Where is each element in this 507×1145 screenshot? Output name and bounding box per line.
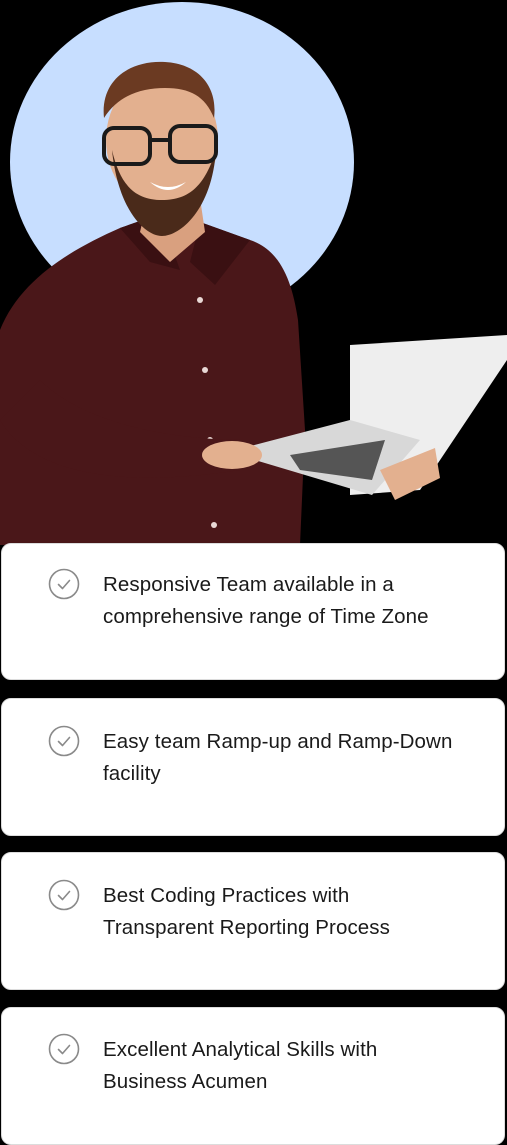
feature-card: Excellent Analytical Skills with Busines… (1, 1007, 505, 1145)
hero-illustration (0, 2, 507, 545)
feature-card: Responsive Team available in a comprehen… (1, 543, 505, 680)
hero-image (0, 0, 507, 545)
person-body (0, 214, 305, 545)
check-circle-icon (48, 1033, 80, 1065)
check-circle-icon (48, 725, 80, 757)
check-circle-icon (48, 879, 80, 911)
feature-text: Responsive Team available in a comprehen… (103, 573, 429, 628)
feature-text: Excellent Analytical Skills with Busines… (103, 1038, 378, 1093)
check-circle-icon (48, 568, 80, 600)
feature-text: Easy team Ramp-up and Ramp-Down facility (103, 730, 453, 785)
feature-card: Easy team Ramp-up and Ramp-Down facility (1, 698, 505, 836)
feature-card: Best Coding Practices with Transparent R… (1, 852, 505, 990)
feature-text: Best Coding Practices with Transparent R… (103, 884, 390, 939)
